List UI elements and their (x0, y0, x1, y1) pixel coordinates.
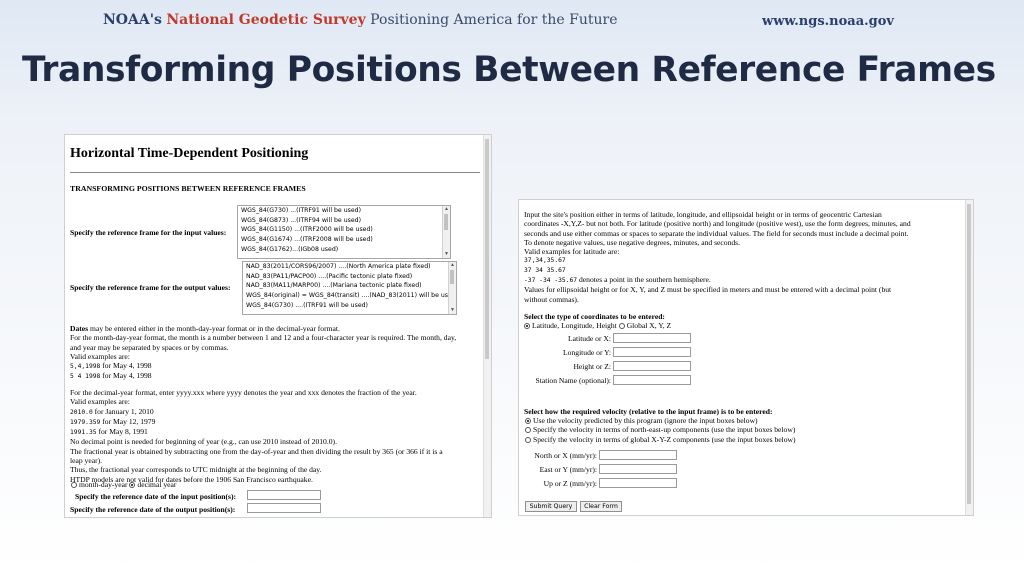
station-name-input[interactable] (613, 375, 691, 385)
htdp-form-left-screenshot: Horizontal Time-Dependent Positioning TR… (64, 134, 492, 518)
radio-decimal-year[interactable] (129, 482, 136, 488)
input-date-field[interactable] (247, 490, 321, 500)
banner-ngs: National Geodetic Survey (166, 12, 366, 28)
lat-label: Latitude or X: (567, 334, 611, 343)
submit-query-button[interactable]: Submit Query (525, 501, 577, 512)
input-frame-option[interactable]: WGS_84(G873) ...(ITRF94 will be used) (238, 216, 450, 226)
coordinate-help: Input the site's position either in term… (524, 210, 911, 304)
output-frame-option[interactable]: WGS_84(original) = WGS_84(transit) ....(… (243, 291, 456, 301)
scroll-thumb[interactable] (450, 270, 454, 284)
scroll-thumb[interactable] (967, 204, 971, 504)
clear-form-button[interactable]: Clear Form (580, 501, 622, 512)
banner-noaa: NOAA's (103, 12, 162, 28)
radio-velocity-neu[interactable] (525, 427, 531, 434)
section-subtitle: TRANSFORMING POSITIONS BETWEEN REFERENCE… (70, 184, 306, 193)
lon-label: Longitude or Y: (563, 348, 611, 357)
decimal-year-help: For the decimal-year format, enter yyyy.… (70, 388, 443, 484)
slide-title: Transforming Positions Between Reference… (22, 50, 996, 90)
input-frame-option[interactable]: WGS_84(G1674) ...(ITRF2008 will be used) (238, 235, 450, 245)
station-label: Station Name (optional): (535, 376, 612, 385)
output-frame-option[interactable]: WGS_84(G730) ....(ITRF91 will be used) (243, 301, 456, 311)
output-frame-label: Specify the reference frame for the outp… (70, 283, 231, 292)
radio-month-day-year[interactable] (71, 482, 77, 488)
output-date-field[interactable] (247, 503, 321, 513)
north-label: North or X (mm/yr): (534, 451, 597, 460)
east-label: East or Y (mm/yr): (539, 465, 597, 474)
longitude-input[interactable] (613, 347, 691, 357)
scroll-up-icon[interactable]: ▲ (443, 206, 450, 213)
banner-url: www.ngs.noaa.gov (762, 14, 894, 29)
velocity-label: Select how the required velocity (relati… (524, 407, 773, 416)
scroll-thumb[interactable] (444, 214, 448, 230)
scroll-down-icon[interactable]: ▼ (443, 251, 450, 258)
height-label: Height or Z: (573, 362, 611, 371)
coord-type-radios: Latitude, Longitude, Height Global X, Y,… (524, 321, 671, 330)
velocity-radios: Use the velocity predicted by this progr… (525, 416, 796, 444)
input-frame-label: Specify the reference frame for the inpu… (70, 228, 227, 237)
output-frame-option[interactable]: NAD_83(PA11/PACP00) ....(Pacific tectoni… (243, 272, 456, 282)
page-scrollbar[interactable] (965, 200, 973, 515)
banner-left: NOAA's National Geodetic Survey Position… (103, 12, 618, 28)
banner-tagline: Positioning America for the Future (370, 12, 618, 28)
radio-velocity-xyz[interactable] (525, 436, 531, 443)
height-input[interactable] (613, 361, 691, 371)
scroll-down-icon[interactable]: ▼ (449, 307, 456, 314)
output-frame-option[interactable]: NAD_83(MA11/MARP00) ....(Mariana tectoni… (243, 281, 456, 291)
coord-type-label: Select the type of coordinates to be ent… (524, 312, 665, 321)
radio-global-xyz[interactable] (618, 323, 625, 329)
radio-velocity-predicted[interactable] (525, 418, 531, 424)
listbox-scrollbar[interactable]: ▲ ▼ (442, 206, 450, 258)
latitude-input[interactable] (613, 333, 691, 343)
output-date-label: Specify the reference date of the output… (70, 505, 236, 514)
htdp-form-right-screenshot: Input the site's position either in term… (518, 199, 974, 516)
listbox-scrollbar[interactable]: ▲ ▼ (448, 262, 456, 314)
page-title: Horizontal Time-Dependent Positioning (70, 146, 309, 161)
north-velocity-input[interactable] (599, 450, 677, 460)
up-label: Up or Z (mm/yr): (543, 479, 597, 488)
scroll-up-icon[interactable]: ▲ (449, 262, 456, 269)
input-frame-option[interactable]: WGS_84(G1762)...(IGb08 used) (238, 245, 450, 255)
page-scrollbar[interactable] (483, 135, 491, 517)
output-frame-option[interactable]: NAD_83(2011/CORS96/2007) ....(North Amer… (243, 262, 456, 272)
east-velocity-input[interactable] (599, 464, 677, 474)
dates-help: Dates may be entered either in the month… (70, 324, 457, 381)
radio-lat-lon-height[interactable] (524, 323, 530, 329)
input-frame-option[interactable]: WGS_84(G1150) ...(ITRF2000 will be used) (238, 225, 450, 235)
divider (70, 172, 480, 173)
input-frame-option[interactable]: WGS_84(G730) ...(ITRF91 will be used) (238, 206, 450, 216)
input-date-label: Specify the reference date of the input … (75, 492, 237, 501)
input-frame-listbox[interactable]: WGS_84(G730) ...(ITRF91 will be used) WG… (237, 205, 451, 259)
output-frame-listbox[interactable]: NAD_83(2011/CORS96/2007) ....(North Amer… (242, 261, 457, 315)
up-velocity-input[interactable] (599, 478, 677, 488)
ngs-banner: NOAA's National Geodetic Survey Position… (0, 0, 1024, 44)
dates-bold: Dates (70, 324, 89, 333)
date-format-radios: month-day-year decimal year (71, 480, 176, 489)
scroll-thumb[interactable] (485, 139, 489, 359)
